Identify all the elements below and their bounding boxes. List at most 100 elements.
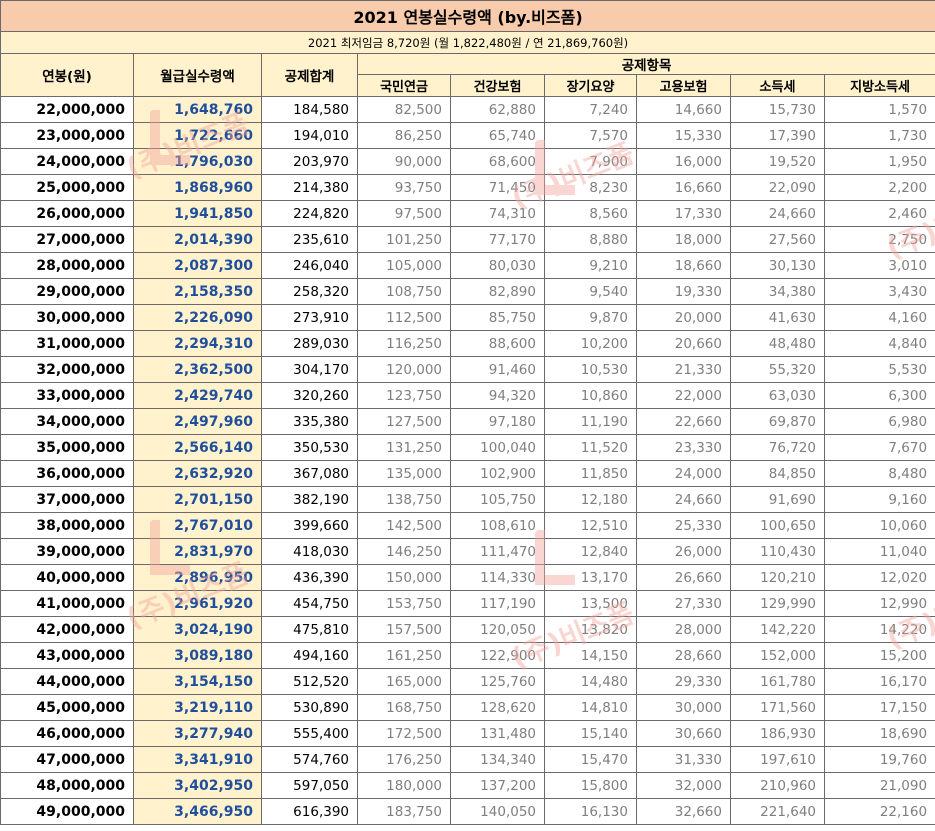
cell-health: 97,180 xyxy=(450,408,545,435)
cell-deduction-total: 454,750 xyxy=(261,590,358,617)
cell-local-tax: 19,760 xyxy=(823,746,935,773)
cell-long-term-care: 11,190 xyxy=(544,408,637,435)
cell-pension: 101,250 xyxy=(357,226,451,253)
cell-long-term-care: 7,240 xyxy=(544,96,637,123)
cell-pension: 123,750 xyxy=(357,382,451,409)
cell-pension: 93,750 xyxy=(357,174,451,201)
cell-health: 88,600 xyxy=(450,330,545,357)
cell-pension: 105,000 xyxy=(357,252,451,279)
cell-net-monthly: 1,796,030 xyxy=(133,148,262,175)
cell-employment: 16,660 xyxy=(636,174,731,201)
cell-health: 77,170 xyxy=(450,226,545,253)
page-title: 2021 연봉실수령액 (by.비즈폼) xyxy=(0,0,935,32)
cell-employment: 28,660 xyxy=(636,642,731,669)
cell-long-term-care: 8,230 xyxy=(544,174,637,201)
cell-long-term-care: 7,570 xyxy=(544,122,637,149)
header-local-tax: 지방소득세 xyxy=(823,74,935,97)
cell-salary: 39,000,000 xyxy=(0,538,134,565)
cell-net-monthly: 3,024,190 xyxy=(133,616,262,643)
cell-deduction-total: 194,010 xyxy=(261,122,358,149)
cell-salary: 25,000,000 xyxy=(0,174,134,201)
cell-pension: 146,250 xyxy=(357,538,451,565)
cell-net-monthly: 2,226,090 xyxy=(133,304,262,331)
cell-income-tax: 152,000 xyxy=(730,642,825,669)
cell-net-monthly: 3,402,950 xyxy=(133,772,262,799)
cell-employment: 20,660 xyxy=(636,330,731,357)
cell-net-monthly: 3,277,940 xyxy=(133,720,262,747)
cell-income-tax: 129,990 xyxy=(730,590,825,617)
header-salary: 연봉(원) xyxy=(0,53,134,97)
cell-health: 105,750 xyxy=(450,486,545,513)
cell-local-tax: 8,480 xyxy=(823,460,935,487)
cell-employment: 29,330 xyxy=(636,668,731,695)
cell-pension: 112,500 xyxy=(357,304,451,331)
cell-net-monthly: 3,341,910 xyxy=(133,746,262,773)
cell-health: 62,880 xyxy=(450,96,545,123)
cell-deduction-total: 320,260 xyxy=(261,382,358,409)
cell-deduction-total: 597,050 xyxy=(261,772,358,799)
table-row: 27,000,000 2,014,390 235,610 101,250 77,170 8… xyxy=(0,226,935,253)
cell-health: 82,890 xyxy=(450,278,545,305)
cell-local-tax: 1,950 xyxy=(823,148,935,175)
cell-employment: 32,660 xyxy=(636,798,731,825)
cell-long-term-care: 11,850 xyxy=(544,460,637,487)
cell-deduction-total: 399,660 xyxy=(261,512,358,539)
cell-salary: 32,000,000 xyxy=(0,356,134,383)
cell-income-tax: 24,660 xyxy=(730,200,825,227)
cell-salary: 33,000,000 xyxy=(0,382,134,409)
minimum-wage-note: 2021 최저임금 8,720원 (월 1,822,480원 / 연 21,86… xyxy=(0,31,935,54)
cell-salary: 31,000,000 xyxy=(0,330,134,357)
cell-income-tax: 84,850 xyxy=(730,460,825,487)
cell-health: 131,480 xyxy=(450,720,545,747)
cell-income-tax: 120,210 xyxy=(730,564,825,591)
table-row: 48,000,000 3,402,950 597,050 180,000 137,200… xyxy=(0,772,935,799)
cell-long-term-care: 10,860 xyxy=(544,382,637,409)
cell-pension: 120,000 xyxy=(357,356,451,383)
cell-local-tax: 22,160 xyxy=(823,798,935,825)
cell-pension: 161,250 xyxy=(357,642,451,669)
cell-pension: 157,500 xyxy=(357,616,451,643)
cell-net-monthly: 1,648,760 xyxy=(133,96,262,123)
cell-pension: 86,250 xyxy=(357,122,451,149)
cell-health: 117,190 xyxy=(450,590,545,617)
cell-net-monthly: 2,566,140 xyxy=(133,434,262,461)
cell-local-tax: 6,980 xyxy=(823,408,935,435)
table-row: 26,000,000 1,941,850 224,820 97,500 74,310 8,… xyxy=(0,200,935,227)
cell-deduction-total: 246,040 xyxy=(261,252,358,279)
cell-pension: 127,500 xyxy=(357,408,451,435)
cell-deduction-total: 203,970 xyxy=(261,148,358,175)
cell-health: 94,320 xyxy=(450,382,545,409)
cell-local-tax: 2,200 xyxy=(823,174,935,201)
cell-net-monthly: 2,362,500 xyxy=(133,356,262,383)
cell-deduction-total: 184,580 xyxy=(261,96,358,123)
cell-long-term-care: 13,500 xyxy=(544,590,637,617)
cell-deduction-total: 350,530 xyxy=(261,434,358,461)
cell-net-monthly: 2,961,920 xyxy=(133,590,262,617)
cell-employment: 30,000 xyxy=(636,694,731,721)
cell-employment: 22,000 xyxy=(636,382,731,409)
cell-net-monthly: 2,632,920 xyxy=(133,460,262,487)
table-row: 35,000,000 2,566,140 350,530 131,250 100,040… xyxy=(0,434,935,461)
cell-salary: 27,000,000 xyxy=(0,226,134,253)
cell-deduction-total: 273,910 xyxy=(261,304,358,331)
cell-employment: 23,330 xyxy=(636,434,731,461)
cell-income-tax: 186,930 xyxy=(730,720,825,747)
header-health: 건강보험 xyxy=(450,74,545,97)
cell-local-tax: 12,020 xyxy=(823,564,935,591)
cell-net-monthly: 3,219,110 xyxy=(133,694,262,721)
salary-table: 2021 연봉실수령액 (by.비즈폼) 2021 최저임금 8,720원 (월… xyxy=(0,0,935,825)
cell-long-term-care: 9,540 xyxy=(544,278,637,305)
cell-pension: 116,250 xyxy=(357,330,451,357)
cell-salary: 41,000,000 xyxy=(0,590,134,617)
table-row: 36,000,000 2,632,920 367,080 135,000 102,900… xyxy=(0,460,935,487)
cell-health: 111,470 xyxy=(450,538,545,565)
cell-long-term-care: 7,900 xyxy=(544,148,637,175)
cell-health: 137,200 xyxy=(450,772,545,799)
cell-salary: 42,000,000 xyxy=(0,616,134,643)
cell-local-tax: 2,460 xyxy=(823,200,935,227)
table-row: 43,000,000 3,089,180 494,160 161,250 122,900… xyxy=(0,642,935,669)
cell-long-term-care: 15,140 xyxy=(544,720,637,747)
cell-salary: 49,000,000 xyxy=(0,798,134,825)
cell-pension: 97,500 xyxy=(357,200,451,227)
cell-salary: 46,000,000 xyxy=(0,720,134,747)
